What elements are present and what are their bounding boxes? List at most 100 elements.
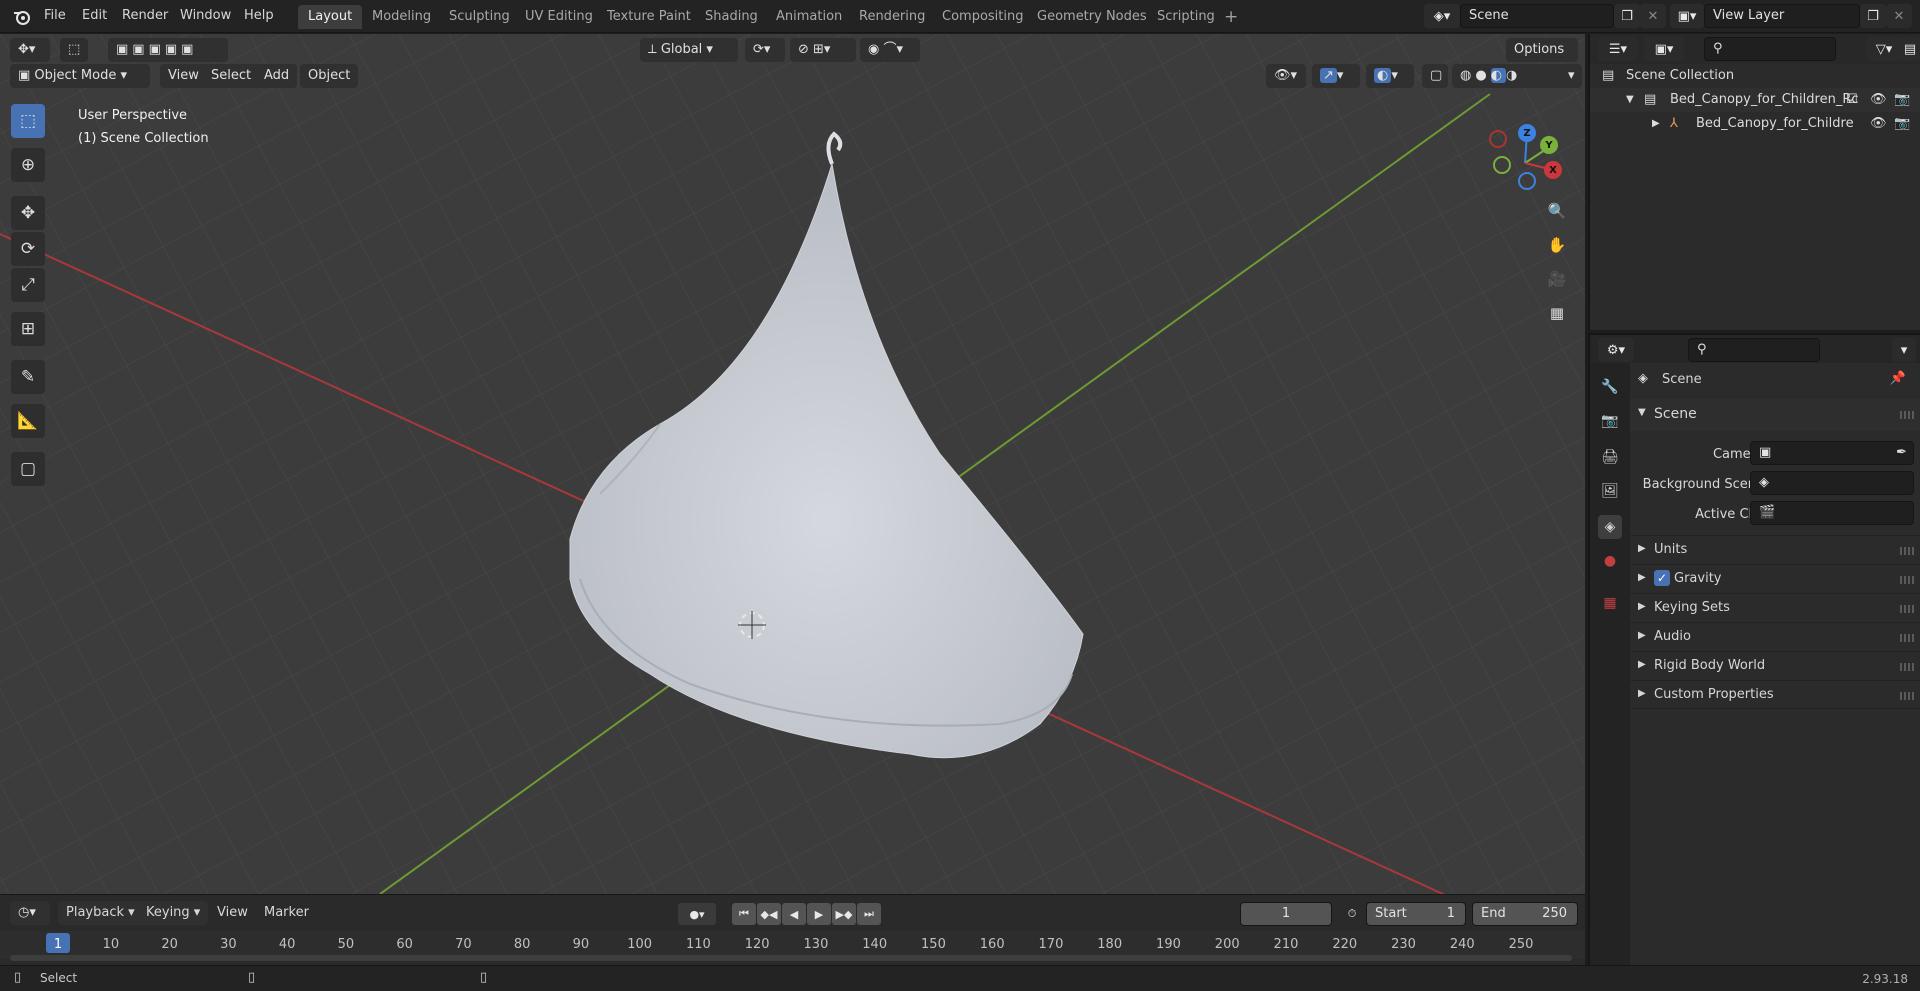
gizmo-x-axis[interactable]: X [1544, 161, 1562, 179]
jump-keyframe-forward-icon[interactable]: ▶◆ [832, 903, 856, 925]
panel-grip-icon[interactable] [1900, 663, 1914, 671]
tab-shading[interactable]: Shading [695, 5, 768, 29]
scene-panel-header[interactable]: ▼ Scene [1630, 399, 1920, 431]
collection-include-checkbox[interactable]: ☑ [1846, 88, 1858, 112]
output-tab-icon[interactable]: 🖨 [1598, 445, 1622, 469]
panel-grip-icon[interactable] [1900, 605, 1914, 613]
play-icon[interactable]: ▶ [807, 903, 831, 925]
editor-type-icon[interactable]: ✥▾ [10, 38, 50, 62]
camera-render-icon[interactable]: 📷 [1894, 88, 1910, 112]
display-mode-icon[interactable]: ▣▾ [1644, 37, 1684, 61]
blender-logo-icon[interactable] [12, 7, 32, 27]
panel-grip-icon[interactable] [1900, 547, 1914, 555]
visibility-icon[interactable]: 👁▾ [1266, 64, 1306, 88]
play-reverse-icon[interactable]: ◀ [782, 903, 806, 925]
pivot-point-icon[interactable]: ⟳▾ [745, 38, 785, 62]
add-cube-tool-icon[interactable]: ▢ [11, 452, 45, 486]
filter-icon[interactable]: ▽▾ [1866, 37, 1902, 61]
outliner-editor-type-icon[interactable]: ☰▾ [1598, 37, 1638, 61]
xray-toggle-icon[interactable]: ▢ [1422, 64, 1448, 88]
outliner-search-input[interactable]: ⚲ [1704, 37, 1836, 61]
properties-options-icon[interactable]: ▾ [1892, 338, 1916, 362]
panel-grip-icon[interactable] [1900, 411, 1914, 419]
tab-geometry-nodes[interactable]: Geometry Nodes [1027, 5, 1157, 29]
texture-tab-icon[interactable]: ▦ [1598, 591, 1622, 615]
menu-file[interactable]: File [40, 6, 70, 26]
view-layer-selector-icon[interactable]: ▣▾ [1670, 4, 1704, 28]
end-frame-field[interactable]: End 250 [1472, 902, 1578, 926]
viewport-menu-view[interactable]: View [160, 64, 207, 88]
tab-texture-paint[interactable]: Texture Paint [597, 5, 701, 29]
audio-panel-header[interactable]: ▶ Audio [1630, 622, 1920, 651]
move-tool-icon[interactable]: ✥ [11, 196, 45, 230]
start-frame-field[interactable]: Start 1 [1366, 902, 1466, 926]
record-keyframe-icon[interactable]: ●▾ [678, 903, 716, 925]
render-tab-icon[interactable]: 📷 [1598, 409, 1622, 433]
shading-options-icon[interactable]: ▾ [1560, 64, 1582, 88]
tab-scripting[interactable]: Scripting [1147, 5, 1225, 29]
view-layer-field[interactable]: View Layer [1704, 4, 1860, 28]
menu-edit[interactable]: Edit [78, 6, 111, 26]
gizmo-neg-x-axis[interactable] [1489, 130, 1507, 148]
background-scene-field[interactable]: ◈ [1750, 471, 1914, 495]
tab-compositing[interactable]: Compositing [932, 5, 1034, 29]
rotate-tool-icon[interactable]: ⟳ [11, 232, 45, 266]
expand-arrow-icon[interactable]: ▶ [1652, 112, 1660, 136]
scene-field[interactable]: Scene [1460, 4, 1614, 28]
properties-editor-type-icon[interactable]: ⚙▾ [1598, 338, 1634, 362]
scene-tab-icon[interactable]: ◈ [1598, 515, 1622, 539]
zoom-icon[interactable]: 🔍 [1544, 198, 1570, 224]
timeline-editor-type-icon[interactable]: ◷▾ [10, 901, 50, 925]
pan-hand-icon[interactable]: ✋ [1544, 232, 1570, 258]
new-scene-icon[interactable]: ❐ [1614, 4, 1640, 28]
eye-visibility-icon[interactable]: 👁 [1870, 88, 1887, 112]
panel-grip-icon[interactable] [1900, 692, 1914, 700]
tree-item-scene-collection[interactable]: ▤ Scene Collection [1590, 64, 1920, 88]
tab-animation[interactable]: Animation [766, 5, 852, 29]
tab-sculpting[interactable]: Sculpting [439, 5, 520, 29]
new-view-layer-icon[interactable]: ❐ [1860, 4, 1886, 28]
shading-mode-icons[interactable]: ◍●◐◑ [1452, 64, 1564, 88]
expand-arrow-icon[interactable]: ▼ [1626, 88, 1634, 112]
tab-uv-editing[interactable]: UV Editing [515, 5, 603, 29]
orthographic-grid-icon[interactable]: ▦ [1544, 300, 1570, 326]
gravity-checkbox[interactable]: ✓ [1654, 570, 1670, 586]
annotate-tool-icon[interactable]: ✎ [11, 360, 45, 394]
viewport-menu-select[interactable]: Select [203, 64, 260, 88]
timeline-menu-keying[interactable]: Keying ▾ [138, 901, 209, 925]
3d-viewport[interactable]: ✥▾ ⬚ ▣▣▣▣▣ ⟂ Global ▾ ⟳▾ ⊘ ⊞▾ ◉ ⌒▾ Optio… [0, 34, 1585, 894]
rigid-body-world-panel-header[interactable]: ▶ Rigid Body World [1630, 651, 1920, 680]
viewport-menu-add[interactable]: Add [256, 64, 298, 88]
scale-tool-icon[interactable]: ⤢ [11, 268, 45, 302]
object-mode-dropdown[interactable]: ▣ Object Mode ▾ [10, 64, 150, 88]
camera-view-icon[interactable]: 🎥 [1544, 266, 1570, 292]
overlay-toggle-icon[interactable]: ◐ ▾ [1366, 64, 1414, 88]
tab-layout[interactable]: Layout [298, 5, 363, 29]
active-clip-field[interactable]: 🎬 [1750, 501, 1914, 525]
gizmo-neg-z-axis[interactable] [1518, 172, 1536, 190]
proportional-edit-icon[interactable]: ◉ ⌒▾ [860, 38, 920, 62]
gizmo-toggle-icon[interactable]: ↗ ▾ [1312, 64, 1360, 88]
transform-orientation-dropdown[interactable]: ⟂ Global ▾ [640, 38, 738, 62]
menu-help[interactable]: Help [240, 6, 278, 26]
eye-visibility-icon[interactable]: 👁 [1870, 112, 1887, 136]
timeline-menu-playback[interactable]: Playback ▾ [58, 901, 143, 925]
properties-search-input[interactable]: ⚲ [1688, 338, 1820, 362]
keying-sets-panel-header[interactable]: ▶ Keying Sets [1630, 593, 1920, 622]
delete-view-layer-icon[interactable]: ✕ [1886, 4, 1912, 28]
gizmo-z-axis[interactable]: Z [1518, 124, 1536, 142]
view-layer-tab-icon[interactable]: 🖼 [1598, 479, 1622, 503]
custom-properties-panel-header[interactable]: ▶ Custom Properties [1630, 680, 1920, 709]
jump-keyframe-back-icon[interactable]: ◆◀ [757, 903, 781, 925]
selection-mode-icons[interactable]: ▣▣▣▣▣ [108, 38, 228, 62]
jump-start-icon[interactable]: ⏮ [732, 903, 756, 925]
tree-item-object[interactable]: ▶ ⅄ Bed_Canopy_for_Childre 👁 📷 [1590, 112, 1920, 136]
new-collection-icon[interactable]: ▤ [1900, 37, 1920, 61]
current-frame-field[interactable]: 1 [1240, 902, 1332, 926]
camera-render-icon[interactable]: 📷 [1894, 112, 1910, 136]
tool-tab-icon[interactable]: 🔧 [1598, 375, 1622, 399]
gravity-panel-header[interactable]: ▶ ✓ Gravity [1630, 564, 1920, 593]
tree-item-collection[interactable]: ▼ ▤ Bed_Canopy_for_Children_Rc ☑ 👁 📷 [1590, 88, 1920, 112]
viewport-menu-object[interactable]: Object [300, 64, 359, 88]
tab-rendering[interactable]: Rendering [849, 5, 935, 29]
